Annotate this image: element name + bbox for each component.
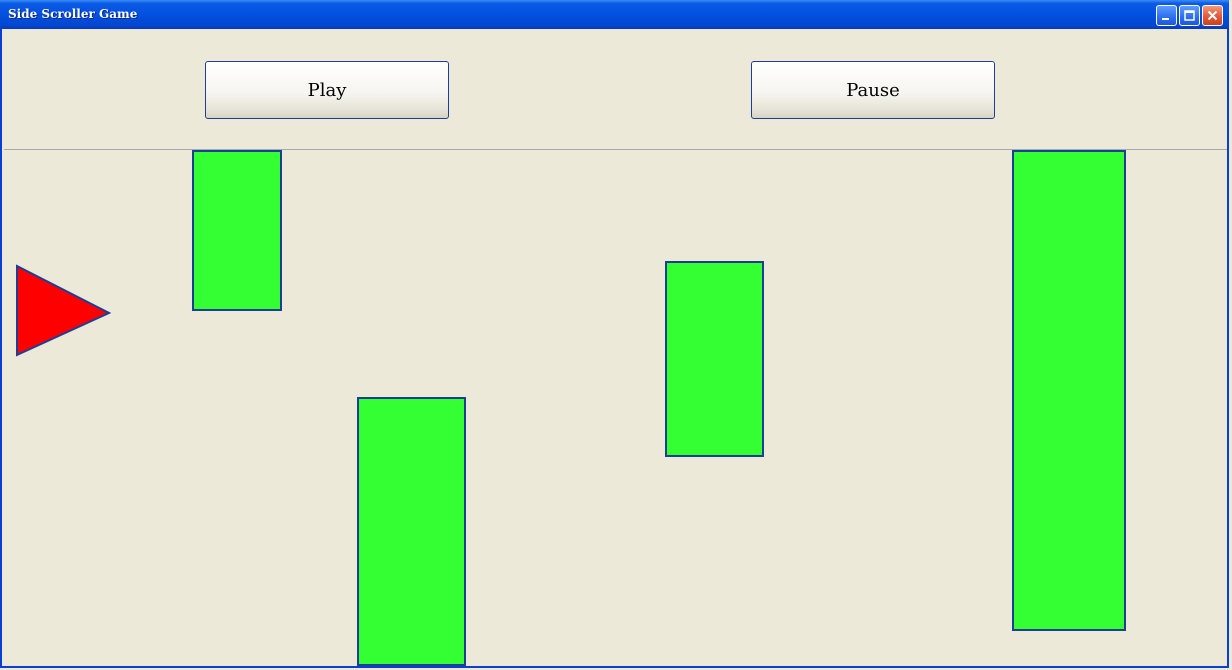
- player-ship: [16, 264, 112, 357]
- title-bar[interactable]: Side Scroller Game: [0, 0, 1229, 29]
- close-button[interactable]: [1202, 5, 1223, 26]
- game-window: Side Scroller Game Play Pause: [0, 0, 1229, 668]
- pause-button[interactable]: Pause: [751, 61, 995, 119]
- obstacle-middle-1: [665, 261, 764, 457]
- play-button[interactable]: Play: [205, 61, 449, 119]
- minimize-button[interactable]: [1156, 5, 1177, 26]
- game-canvas[interactable]: [2, 150, 1227, 666]
- window-title: Side Scroller Game: [8, 7, 138, 21]
- maximize-button[interactable]: [1179, 5, 1200, 26]
- maximize-icon: [1184, 10, 1195, 21]
- obstacle-top-1: [192, 150, 282, 311]
- close-icon: [1207, 10, 1218, 21]
- minimize-icon: [1162, 18, 1169, 20]
- obstacle-top-2: [1012, 150, 1126, 631]
- game-scene: [16, 150, 1126, 666]
- obstacle-bottom-1: [357, 397, 466, 666]
- control-panel: Play Pause: [2, 29, 1227, 149]
